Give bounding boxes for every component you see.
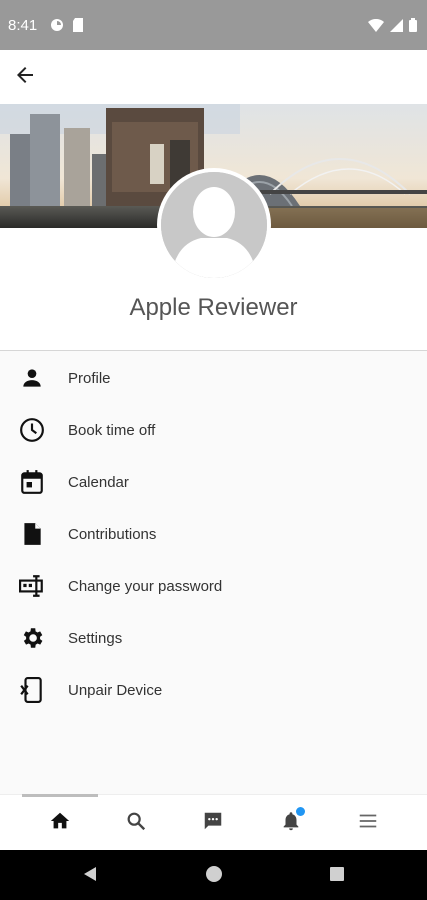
square-recents-icon [328,865,346,888]
system-back-button[interactable] [79,865,101,887]
system-home-button[interactable] [203,865,225,887]
circle-home-icon [205,865,223,888]
menu-item-label: Profile [68,369,111,387]
nav-home[interactable] [46,809,74,837]
menu-item-profile[interactable]: Profile [0,352,427,404]
menu-item-label: Calendar [68,473,129,491]
notification-badge [296,807,305,816]
signal-icon [390,18,403,37]
menu-item-calendar[interactable]: Calendar [0,456,427,508]
system-recents-button[interactable] [326,865,348,887]
chat-icon [202,810,224,837]
profile-menu: Profile Book time off Calendar Contribut… [0,352,427,716]
menu-icon [357,810,379,837]
avatar[interactable] [161,172,267,278]
menu-item-settings[interactable]: Settings [0,612,427,664]
app-bar [0,50,427,104]
person-icon [18,364,46,392]
search-icon [125,810,147,837]
menu-item-change-password[interactable]: Change your password [0,560,427,612]
wifi-icon [368,18,384,37]
bottom-nav [0,794,427,850]
menu-item-book-time-off[interactable]: Book time off [0,404,427,456]
clock-icon [18,416,46,444]
divider [0,350,427,351]
document-icon [18,520,46,548]
active-tab-indicator [22,794,98,797]
back-button[interactable] [10,62,40,92]
triangle-back-icon [81,865,99,888]
nav-search[interactable] [122,809,150,837]
data-saver-icon [50,18,64,37]
menu-item-label: Change your password [68,577,223,595]
arrow-back-icon [13,63,37,92]
nav-notifications[interactable] [277,807,305,837]
menu-item-label: Contributions [68,525,157,543]
menu-item-label: Book time off [68,421,156,439]
status-bar: 8:41 [0,0,427,50]
nav-messages[interactable] [199,809,227,837]
menu-item-label: Settings [68,629,123,647]
menu-item-unpair-device[interactable]: Unpair Device [0,664,427,716]
status-time: 8:41 [8,17,38,34]
user-name: Apple Reviewer [129,294,298,321]
sd-card-icon [72,18,84,37]
unpair-device-icon [18,676,46,704]
calendar-icon [18,468,46,496]
nav-menu[interactable] [354,809,382,837]
system-nav-bar [0,850,427,900]
menu-item-label: Unpair Device [68,681,163,699]
home-icon [49,810,71,837]
gear-icon [18,624,46,652]
profile-header: Apple Reviewer [0,104,427,351]
menu-item-contributions[interactable]: Contributions [0,508,427,560]
battery-icon [409,18,417,37]
password-icon [18,572,46,600]
